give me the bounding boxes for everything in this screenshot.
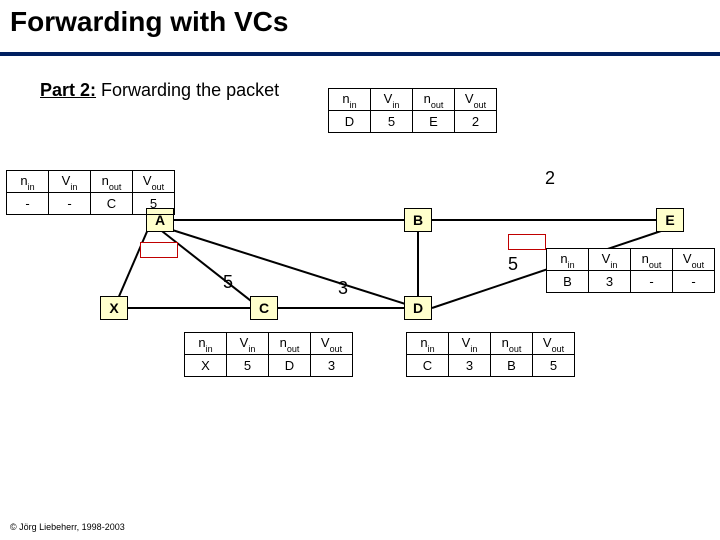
node-C: C <box>250 296 278 320</box>
cell: 3 <box>589 271 631 293</box>
cell: X <box>185 355 227 377</box>
edge-label-AC: 5 <box>223 272 233 293</box>
page-title: Forwarding with VCs <box>10 6 288 38</box>
forwarding-table-E: nin Vin nout Vout B 3 - - <box>546 248 715 293</box>
cell: B <box>547 271 589 293</box>
cell: 5 <box>227 355 269 377</box>
forwarding-table-B: nin Vin nout Vout D 5 E 2 <box>328 88 497 133</box>
cell: - <box>7 193 49 215</box>
cell: D <box>329 111 371 133</box>
title-rule <box>0 52 720 56</box>
edge-label-DB: 5 <box>508 254 518 275</box>
cell: 3 <box>311 355 353 377</box>
forwarding-table-D: nin Vin nout Vout C 3 B 5 <box>406 332 575 377</box>
cell: B <box>491 355 533 377</box>
cell: 5 <box>533 355 575 377</box>
edge-label-BE: 2 <box>545 168 555 189</box>
packet-at-B <box>508 234 546 250</box>
cell: 2 <box>455 111 497 133</box>
subtitle-bold: Part 2: <box>40 80 96 100</box>
subtitle: Part 2: Forwarding the packet <box>40 80 279 101</box>
cell: - <box>631 271 673 293</box>
cell: - <box>49 193 91 215</box>
node-D: D <box>404 296 432 320</box>
cell: 5 <box>371 111 413 133</box>
forwarding-table-C: nin Vin nout Vout X 5 D 3 <box>184 332 353 377</box>
cell: C <box>407 355 449 377</box>
node-B: B <box>404 208 432 232</box>
forwarding-table-A: nin Vin nout Vout - - C 5 <box>6 170 175 215</box>
edge-label-CD: 3 <box>338 278 348 299</box>
cell: E <box>413 111 455 133</box>
cell: - <box>673 271 715 293</box>
cell: D <box>269 355 311 377</box>
cell: 3 <box>449 355 491 377</box>
subtitle-rest: Forwarding the packet <box>96 80 279 100</box>
footer-copyright: © Jörg Liebeherr, 1998-2003 <box>10 522 125 532</box>
cell: C <box>91 193 133 215</box>
node-E: E <box>656 208 684 232</box>
packet-at-A <box>140 242 178 258</box>
cell: 5 <box>133 193 175 215</box>
node-X: X <box>100 296 128 320</box>
